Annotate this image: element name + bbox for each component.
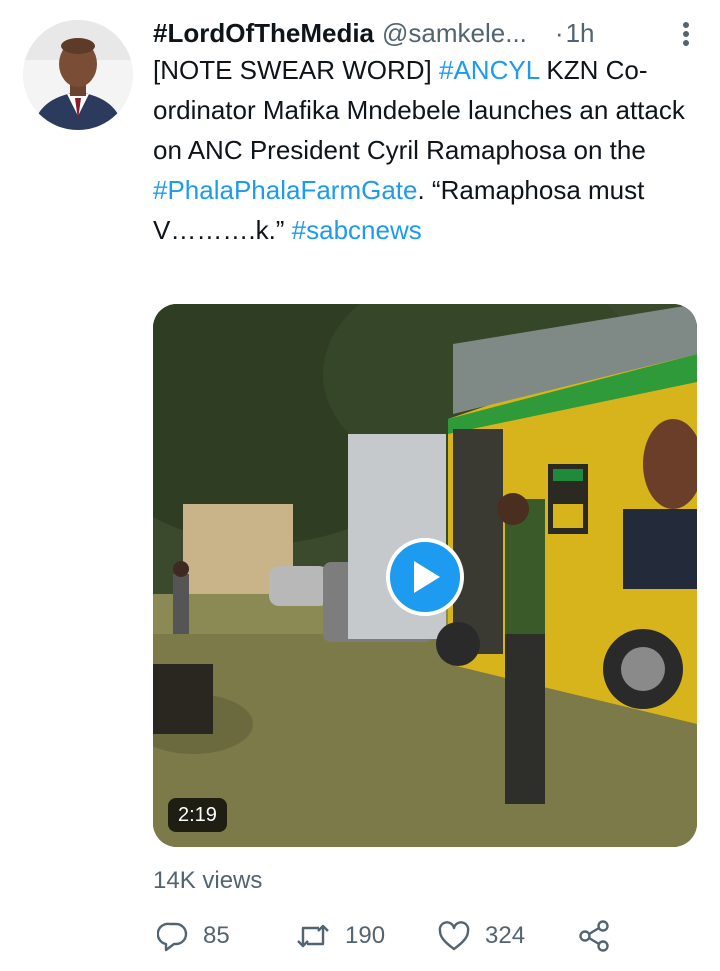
retweet-icon [297, 924, 329, 948]
avatar-image [23, 20, 133, 130]
tweet-header: #LordOfTheMedia @samkele... · 1h [153, 14, 698, 52]
author-name[interactable]: #LordOfTheMedia [153, 14, 374, 52]
hashtag-ancyl[interactable]: #ANCYL [439, 55, 539, 85]
action-bar: 85 190 324 [153, 916, 623, 956]
tweet[interactable]: #LordOfTheMedia @samkele... · 1h [NOTE S… [0, 0, 720, 971]
reply-button[interactable]: 85 [157, 916, 230, 956]
share-icon [579, 920, 609, 952]
retweet-count: 190 [345, 922, 386, 949]
like-icon [438, 921, 470, 951]
hashtag-phalaphalafarmgate[interactable]: #PhalaPhalaFarmGate [153, 175, 417, 205]
video-duration: 2:19 [168, 798, 227, 832]
share-button[interactable] [577, 916, 611, 956]
separator-dot: · [554, 18, 564, 48]
video-player[interactable]: 2:19 [153, 304, 697, 847]
play-button[interactable] [386, 538, 464, 616]
hashtag-sabcnews[interactable]: #sabcnews [292, 215, 422, 245]
avatar[interactable] [23, 20, 133, 130]
more-icon[interactable] [678, 20, 694, 48]
reply-icon [157, 922, 188, 952]
tweet-text-part: [NOTE SWEAR WORD] [153, 55, 439, 85]
author-handle[interactable]: @samkele... [382, 14, 527, 52]
like-count: 324 [485, 922, 526, 949]
reply-count: 85 [203, 922, 230, 949]
play-icon [414, 561, 440, 593]
tweet-text: [NOTE SWEAR WORD] #ANCYL KZN Co-ordinato… [153, 50, 698, 250]
tweet-content: #LordOfTheMedia @samkele... · 1h [NOTE S… [153, 14, 698, 250]
view-count[interactable]: 14K views [153, 866, 262, 896]
tweet-time[interactable]: 1h [566, 14, 595, 52]
retweet-button[interactable]: 190 [295, 916, 385, 956]
like-button[interactable]: 324 [437, 916, 525, 956]
